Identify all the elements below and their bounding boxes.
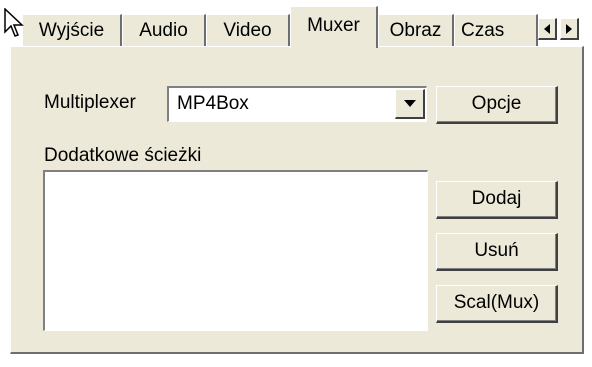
tab-video[interactable]: Video <box>206 14 290 46</box>
tab-scroll-right-button[interactable] <box>560 18 579 40</box>
merge-mux-button[interactable]: Scal(Mux) <box>436 285 558 323</box>
arrow-right-icon <box>566 23 572 34</box>
tab-obraz[interactable]: Obraz <box>378 14 454 46</box>
muxer-window: Wyjście Audio Video Muxer Obraz Czas Mul… <box>0 0 592 367</box>
tab-scroll-left-button[interactable] <box>538 18 557 40</box>
extra-tracks-label: Dodatkowe ścieżki <box>44 145 202 166</box>
chevron-down-icon <box>403 99 416 107</box>
tab-muxer[interactable]: Muxer <box>290 6 378 48</box>
tab-label: Muxer <box>307 15 360 36</box>
tab-audio[interactable]: Audio <box>122 14 206 46</box>
tab-wyjscie[interactable]: Wyjście <box>22 14 122 46</box>
tab-label: Video <box>223 20 272 41</box>
dropdown-button[interactable] <box>395 89 425 119</box>
multiplexer-label: Multiplexer <box>44 92 136 113</box>
tab-label: Audio <box>139 20 188 41</box>
add-button[interactable]: Dodaj <box>436 181 558 219</box>
multiplexer-value: MP4Box <box>177 93 249 114</box>
tab-label: Czas <box>461 20 505 41</box>
options-button[interactable]: Opcje <box>436 86 558 124</box>
mouse-pointer-icon <box>4 8 24 37</box>
arrow-left-icon <box>544 23 550 34</box>
tab-czas[interactable]: Czas <box>454 14 538 46</box>
remove-button[interactable]: Usuń <box>436 233 558 271</box>
extra-tracks-list[interactable] <box>43 170 428 331</box>
tab-label: Wyjście <box>38 20 105 41</box>
tab-label: Obraz <box>389 20 442 41</box>
multiplexer-select[interactable]: MP4Box <box>167 86 427 122</box>
